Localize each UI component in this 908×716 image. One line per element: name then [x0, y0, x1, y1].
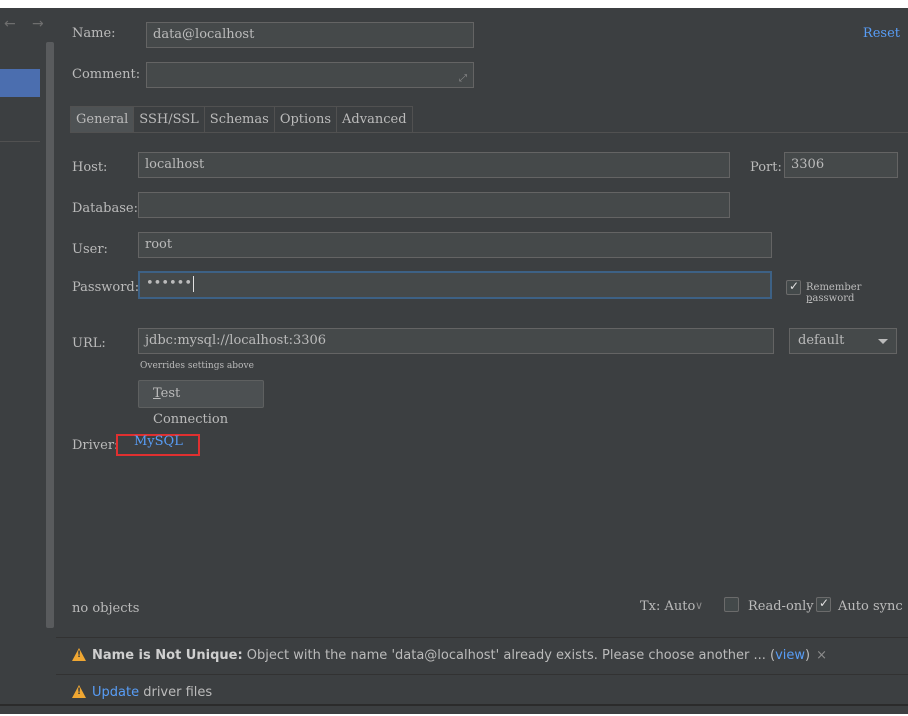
- tab-schemas[interactable]: Schemas: [204, 106, 275, 132]
- forward-arrow-icon[interactable]: →: [32, 16, 44, 32]
- warning-title: Name is Not Unique:: [92, 648, 243, 663]
- read-only-label[interactable]: Read-only: [748, 599, 814, 614]
- database-label: Database:: [72, 201, 138, 216]
- host-label: Host:: [72, 160, 108, 175]
- url-input[interactable]: jdbc:mysql://localhost:3306: [138, 328, 774, 354]
- url-hint: Overrides settings above: [140, 361, 254, 371]
- host-input[interactable]: localhost: [138, 152, 730, 178]
- view-link[interactable]: view: [775, 648, 805, 663]
- tab-general[interactable]: General: [70, 106, 135, 132]
- comment-label: Comment:: [72, 67, 141, 82]
- port-label: Port:: [750, 160, 782, 175]
- back-arrow-icon[interactable]: ←: [4, 16, 16, 32]
- comment-input[interactable]: ⤢: [146, 62, 474, 88]
- data-source-dialog: ← → Name: data@localhost Reset Comment: …: [0, 8, 908, 714]
- name-input[interactable]: data@localhost: [146, 22, 474, 48]
- auto-sync-label[interactable]: Auto sync: [838, 599, 903, 614]
- test-connection-button[interactable]: Test Connection: [138, 380, 264, 427]
- user-label: User:: [72, 242, 108, 257]
- user-input[interactable]: root: [138, 232, 772, 258]
- sidebar: ← →: [0, 8, 56, 714]
- main-panel: Name: data@localhost Reset Comment: ⤢ Ge…: [56, 8, 908, 714]
- objects-status: no objects: [72, 601, 140, 616]
- port-input[interactable]: 3306: [784, 152, 898, 178]
- tab-advanced[interactable]: Advanced: [337, 106, 413, 132]
- url-mode-select[interactable]: default: [789, 328, 897, 354]
- tab-ssh-ssl[interactable]: SSH/SSL: [134, 106, 205, 132]
- remember-password-label[interactable]: Remember password: [806, 282, 908, 304]
- auto-sync-checkbox[interactable]: [816, 596, 831, 612]
- chevron-down-icon: [878, 339, 888, 344]
- password-input[interactable]: ••••••: [138, 271, 772, 299]
- sidebar-selected-item[interactable]: [0, 69, 40, 97]
- name-label: Name:: [72, 26, 116, 41]
- sidebar-divider: [0, 141, 40, 142]
- close-icon[interactable]: ×: [816, 648, 827, 663]
- tab-divider: [70, 132, 908, 133]
- driver-link[interactable]: MySQL: [116, 434, 200, 456]
- remember-password-checkbox[interactable]: [786, 279, 801, 295]
- warning-icon: [72, 685, 86, 698]
- name-not-unique-banner: Name is Not Unique: Object with the name…: [56, 637, 908, 673]
- reset-link[interactable]: Reset: [863, 26, 900, 41]
- database-input[interactable]: [138, 192, 730, 218]
- warning-message: Object with the name 'data@localhost' al…: [242, 648, 776, 663]
- expand-icon[interactable]: ⤢: [459, 67, 467, 91]
- url-label: URL:: [72, 336, 106, 351]
- tx-mode-label[interactable]: Tx: Auto: [640, 599, 695, 614]
- password-label: Password:: [72, 280, 140, 295]
- update-link[interactable]: Update: [92, 685, 139, 700]
- tab-options[interactable]: Options: [274, 106, 338, 132]
- warning-icon: [72, 648, 86, 661]
- tab-bar: General SSH/SSL Schemas Options Advanced: [70, 106, 413, 132]
- update-text: driver files: [139, 685, 213, 700]
- driver-label: Driver:: [72, 438, 119, 453]
- tx-chevron-icon[interactable]: ∨: [695, 599, 703, 612]
- read-only-checkbox[interactable]: [724, 597, 739, 612]
- sidebar-scrollbar[interactable]: [46, 42, 54, 628]
- window-bottom-edge: [0, 704, 908, 706]
